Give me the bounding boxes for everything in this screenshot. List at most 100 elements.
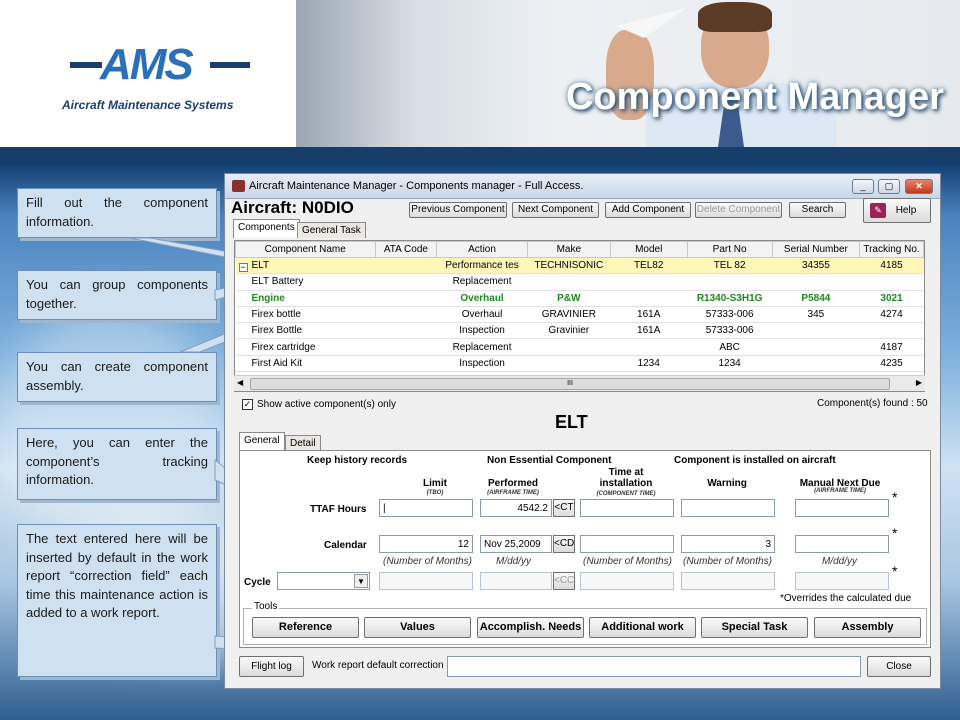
add-component-button[interactable]: Add Component [605, 202, 691, 218]
help-button[interactable]: ✎ Help [863, 198, 931, 223]
grid-cell-ata [375, 290, 437, 307]
scroll-right-icon[interactable]: ▶ [916, 378, 922, 387]
minimize-icon[interactable]: _ [852, 179, 874, 194]
override-star: * [892, 525, 898, 541]
cycle-label: Cycle [244, 577, 271, 588]
tab-components[interactable]: Components [233, 219, 300, 238]
show-active-label: Show active component(s) only [257, 399, 396, 410]
search-button[interactable]: Search [789, 202, 846, 218]
scrollbar-thumb[interactable]: III [250, 378, 890, 390]
grid-column-header[interactable]: Action [436, 241, 528, 258]
table-row[interactable]: − ELT Performance tes TECHNISONIC TEL82 TEL 8… [235, 257, 924, 275]
show-active-checkbox[interactable]: ✓ [242, 399, 253, 410]
cycle-time-at-installation-input[interactable] [580, 572, 674, 590]
cycle-manual-next-due-input[interactable] [795, 572, 889, 590]
flight-log-button[interactable]: Flight log [239, 656, 304, 677]
grid-column-header[interactable]: Part No [686, 241, 773, 258]
table-row[interactable]: Firex cartridge Replacement ABC 4187 [235, 338, 924, 356]
calendar-manual-next-due-input[interactable] [795, 535, 889, 553]
accomplish-needs-button[interactable]: Accomplish. Needs [477, 617, 584, 638]
delete-component-button[interactable]: Delete Component [695, 202, 782, 218]
grid-column-header[interactable]: ATA Code [374, 241, 438, 258]
callout-note: Here, you can enter the component’s trac… [17, 428, 217, 500]
input-hint: (Number of Months) [383, 556, 472, 567]
cycle-limit-input[interactable] [379, 572, 473, 590]
grid-cell-ata [375, 338, 437, 356]
grid-cell-tracking: 3021 [859, 290, 924, 307]
grid-cell-name: Engine [235, 290, 376, 307]
reference-button[interactable]: Reference [252, 617, 359, 638]
work-report-correction-label: Work report default correction [312, 660, 444, 671]
ttaf-time-at-installation-input[interactable] [580, 499, 674, 517]
grid-cell-tracking: 4185 [859, 257, 924, 275]
grid-horizontal-scrollbar[interactable]: ◀ III ▶ [234, 375, 925, 391]
components-found-count: Component(s) found : 50 [817, 398, 928, 409]
copy-ct-button[interactable]: <CT [553, 499, 575, 517]
grid-cell-action: Replacement [436, 338, 528, 356]
table-row[interactable]: Firex Bottle Inspection Gravinier 161A 57333… [235, 322, 924, 340]
ttaf-manual-next-due-input[interactable] [795, 499, 889, 517]
calendar-performed-input[interactable]: Nov 25,2009 [480, 535, 552, 553]
grid-cell-tracking [859, 273, 924, 291]
grid-cell-part: 1234 [687, 355, 773, 373]
tab-general-task[interactable]: General Task [297, 222, 366, 238]
calendar-warning-input[interactable]: 3 [681, 535, 775, 553]
input-hint: (Number of Months) [683, 556, 772, 567]
grid-cell-action: Inspection [436, 355, 528, 373]
overrides-note: *Overrides the calculated due [780, 593, 912, 604]
tab-general[interactable]: General [239, 432, 285, 451]
close-button[interactable]: Close [867, 656, 931, 677]
limit-subheader: (TBO) [426, 490, 444, 496]
detail-title: ELT [555, 412, 588, 432]
grid-cell-make [527, 273, 611, 291]
calendar-label: Calendar [324, 540, 367, 551]
grid-cell-make: P&W [527, 290, 611, 307]
table-row[interactable]: Engine Overhaul P&W R1340-S3H1G P5844 3021 [235, 290, 924, 307]
tab-detail[interactable]: Detail [285, 435, 321, 451]
grid-cell-part: 57333-006 [687, 306, 773, 324]
ttaf-limit-input[interactable]: | [379, 499, 473, 517]
grid-cell-part: ABC [687, 338, 773, 356]
aircraft-label: Aircraft: N0DIO [231, 198, 354, 217]
header-banner: AMS Aircraft Maintenance Systems Compone… [0, 0, 960, 152]
grid-column-header[interactable]: Make [526, 241, 611, 258]
grid-cell-ata [375, 355, 437, 373]
table-row[interactable]: Firex bottle Overhaul GRAVINIER 161A 57333-0… [235, 306, 924, 324]
grid-column-header[interactable]: Model [609, 241, 688, 258]
close-icon[interactable]: ✕ [905, 179, 933, 194]
work-report-correction-input[interactable] [447, 656, 861, 677]
cycle-warning-input[interactable] [681, 572, 775, 590]
logo-subtitle: Aircraft Maintenance Systems [62, 98, 234, 112]
table-row[interactable]: First Aid Kit Inspection 1234 1234 4235 [235, 355, 924, 373]
grid-cell-tracking: 4187 [859, 338, 924, 356]
footer-bar: Flight log Work report default correctio… [225, 653, 940, 688]
ttaf-warning-input[interactable] [681, 499, 775, 517]
installed-label: Component is installed on aircraft [674, 455, 836, 466]
grid-cell-make: GRAVINIER [527, 306, 611, 324]
calendar-limit-input[interactable]: 12 [379, 535, 473, 553]
special-task-button[interactable]: Special Task [701, 617, 808, 638]
copy-cd-button[interactable]: <CD [553, 535, 575, 553]
values-button[interactable]: Values [364, 617, 471, 638]
maximize-icon[interactable]: ▢ [878, 179, 900, 194]
collapse-icon[interactable]: − [238, 263, 248, 273]
scroll-left-icon[interactable]: ◀ [237, 378, 243, 387]
additional-work-button[interactable]: Additional work [589, 617, 696, 638]
general-panel: Keep history records Non Essential Compo… [239, 450, 931, 648]
calendar-time-at-installation-input[interactable] [580, 535, 674, 553]
cycle-performed-input[interactable] [480, 572, 552, 590]
copy-cc-button[interactable]: <CC [553, 572, 575, 590]
next-component-button[interactable]: Next Component [512, 202, 599, 218]
ttaf-performed-input[interactable]: 4542.2 [480, 499, 552, 517]
assembly-button[interactable]: Assembly [814, 617, 921, 638]
non-essential-label: Non Essential Component [487, 455, 612, 466]
grid-column-header[interactable]: Component Name [235, 241, 376, 258]
previous-component-button[interactable]: Previous Component [409, 202, 507, 218]
grid-cell-ata [375, 273, 437, 291]
grid-cell-ata [375, 257, 437, 275]
table-row[interactable]: ELT Battery Replacement [235, 273, 924, 291]
callout-note: You can create component assembly. [17, 352, 217, 402]
grid-column-header[interactable]: Serial Number [771, 241, 861, 258]
grid-column-header[interactable]: Tracking No. [859, 241, 924, 258]
cycle-dropdown[interactable]: ▼ [277, 572, 370, 590]
